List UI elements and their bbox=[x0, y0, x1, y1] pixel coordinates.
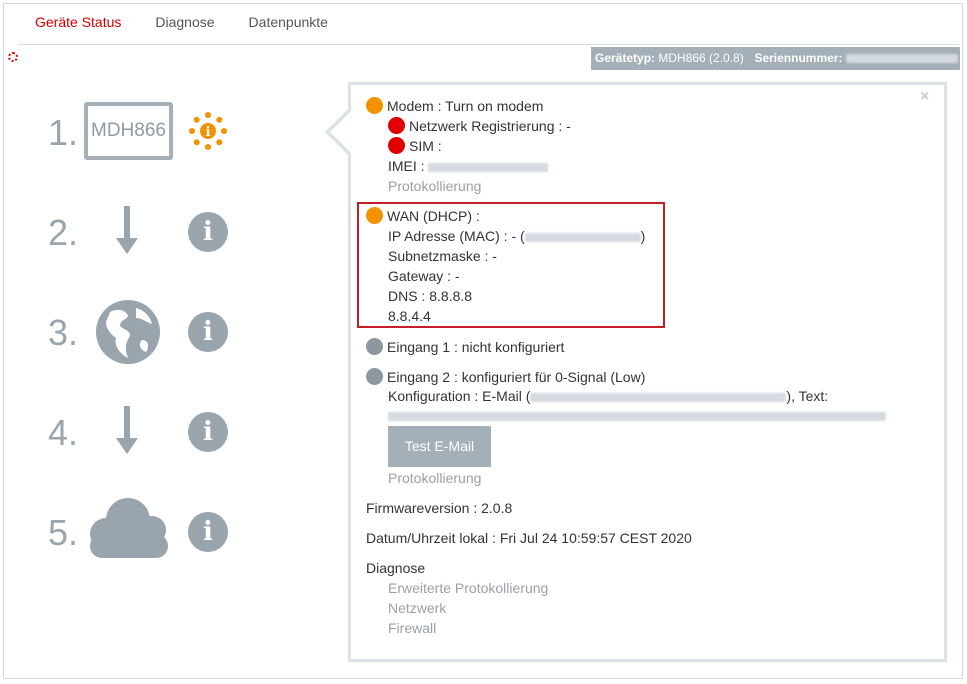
dns-primary-row: DNS : 8.8.8.8 bbox=[388, 288, 473, 304]
tab-geraete-status[interactable]: Geräte Status bbox=[18, 0, 138, 44]
email-text-redacted-row bbox=[388, 405, 886, 425]
device-type-value: MDH866 (2.0.8) bbox=[658, 51, 744, 65]
serial-label: Seriennummer: bbox=[754, 51, 843, 65]
subnet-row: Subnetzmaske : - bbox=[388, 248, 497, 264]
tab-divider bbox=[18, 44, 959, 45]
konfiguration-row: Konfiguration : E-Mail ( ), Text: bbox=[388, 386, 828, 406]
status-dot-orange-icon bbox=[366, 97, 383, 114]
ip-prefix: IP Adresse (MAC) : - ( bbox=[388, 228, 525, 244]
device-icon[interactable]: MDH866 bbox=[84, 102, 173, 160]
eingang2-text: Eingang 2 : konfiguriert für 0-Signal (L… bbox=[387, 369, 646, 385]
device-type-label: Gerätetyp: bbox=[595, 51, 656, 65]
tab-diagnose[interactable]: Diagnose bbox=[138, 0, 231, 44]
email-text-redacted bbox=[388, 411, 886, 421]
email-redacted bbox=[530, 392, 787, 402]
protokollierung-link[interactable]: Protokollierung bbox=[388, 176, 481, 196]
eingang1-text: Eingang 1 : nicht konfiguriert bbox=[387, 339, 565, 355]
step-5-number: 5. bbox=[48, 512, 79, 553]
local-datetime: Datum/Uhrzeit lokal : Fri Jul 24 10:59:5… bbox=[366, 530, 692, 546]
step-1-number: 1. bbox=[48, 112, 79, 153]
sim-text: SIM : bbox=[409, 138, 442, 154]
arrow-down-icon bbox=[116, 406, 138, 454]
step-4-number: 4. bbox=[48, 412, 79, 453]
info-icon[interactable]: i bbox=[188, 412, 228, 452]
cloud-icon[interactable] bbox=[88, 496, 170, 558]
gateway-row: Gateway : - bbox=[388, 268, 460, 284]
globe-icon[interactable] bbox=[96, 300, 160, 364]
status-dot-grey-icon bbox=[366, 338, 383, 355]
gear-status-icon[interactable]: i bbox=[188, 111, 228, 151]
status-dot-orange-icon bbox=[366, 207, 383, 224]
wan-status: WAN (DHCP) : bbox=[366, 206, 480, 226]
konfig-suffix: ), Text: bbox=[786, 388, 829, 404]
step-3-number: 3. bbox=[48, 312, 79, 353]
sim-status: SIM : bbox=[388, 136, 442, 156]
step-2-number: 2. bbox=[48, 212, 79, 253]
eingang1-status: Eingang 1 : nicht konfiguriert bbox=[366, 337, 564, 357]
info-icon[interactable]: i bbox=[188, 312, 228, 352]
protokollierung-link[interactable]: Protokollierung bbox=[388, 468, 481, 488]
arrow-down-icon bbox=[116, 206, 138, 254]
ip-address-row: IP Adresse (MAC) : - () bbox=[388, 226, 645, 246]
imei-row: IMEI : bbox=[388, 156, 549, 176]
wan-text: WAN (DHCP) : bbox=[387, 208, 480, 224]
test-email-button[interactable]: Test E-Mail bbox=[388, 426, 491, 467]
info-icon[interactable]: i bbox=[188, 212, 228, 252]
mac-redacted bbox=[524, 232, 641, 242]
serial-number-redacted bbox=[845, 54, 958, 64]
firewall-link[interactable]: Firewall bbox=[388, 618, 436, 638]
device-label: MDH866 bbox=[91, 120, 166, 141]
modem-status: Modem : Turn on modem bbox=[366, 96, 543, 116]
device-info-bar: Gerätetyp: MDH866 (2.0.8) Seriennummer: … bbox=[591, 47, 960, 70]
modem-text: Modem : Turn on modem bbox=[387, 98, 544, 114]
status-dot-grey-icon bbox=[366, 368, 383, 385]
spinner-icon bbox=[8, 52, 18, 62]
konfig-prefix: Konfiguration : E-Mail ( bbox=[388, 388, 531, 404]
erweiterte-protokollierung-link[interactable]: Erweiterte Protokollierung bbox=[388, 578, 548, 598]
tab-bar: Geräte Status Diagnose Datenpunkte bbox=[18, 0, 345, 44]
dns-secondary-row: 8.8.4.4 bbox=[388, 308, 431, 324]
imei-label: IMEI : bbox=[388, 158, 425, 174]
eingang2-status: Eingang 2 : konfiguriert für 0-Signal (L… bbox=[366, 367, 645, 387]
tab-datenpunkte[interactable]: Datenpunkte bbox=[232, 0, 345, 44]
status-dot-red-icon bbox=[388, 137, 405, 154]
imei-redacted bbox=[428, 162, 549, 172]
svg-text:i: i bbox=[206, 125, 211, 140]
close-icon[interactable]: × bbox=[920, 88, 929, 106]
firmware-version: Firmwareversion : 2.0.8 bbox=[366, 500, 513, 516]
netzwerk-status: Netzwerk Registrierung : - bbox=[388, 116, 571, 136]
ip-suffix: ) bbox=[640, 228, 646, 244]
diagnose-heading: Diagnose bbox=[366, 560, 426, 576]
netzwerk-link[interactable]: Netzwerk bbox=[388, 598, 446, 618]
status-dot-red-icon bbox=[388, 117, 405, 134]
netzwerk-text: Netzwerk Registrierung : - bbox=[409, 118, 571, 134]
info-icon[interactable]: i bbox=[188, 512, 228, 552]
